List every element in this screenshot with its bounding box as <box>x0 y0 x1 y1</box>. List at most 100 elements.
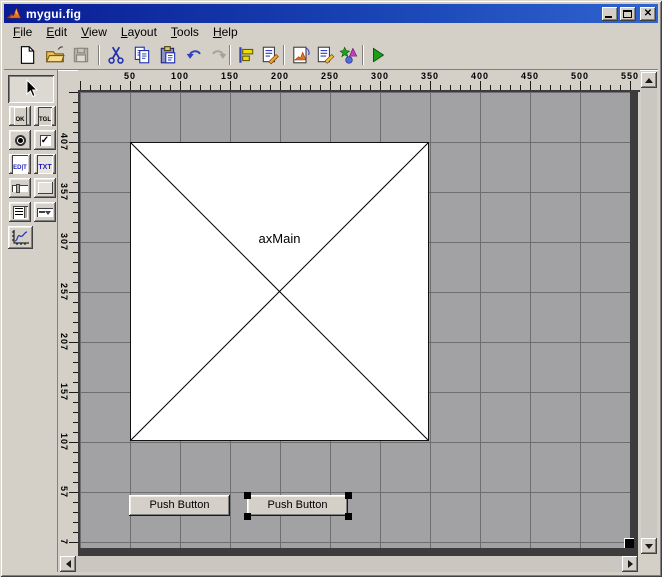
paste-button[interactable] <box>157 44 179 66</box>
ruler-label: 150 <box>220 71 240 81</box>
popup-menu-tool[interactable] <box>34 202 56 222</box>
listbox-icon <box>12 205 28 219</box>
menu-help[interactable]: Help <box>206 24 245 40</box>
figure-resize-handle[interactable] <box>624 538 634 548</box>
scrollbar-corner <box>641 556 657 572</box>
ruler-label: 250 <box>320 71 340 81</box>
ruler-label: 357 <box>59 182 69 202</box>
ruler-label: 307 <box>59 232 69 252</box>
static-text-tool[interactable]: TXT <box>34 154 56 174</box>
layout-canvas-viewport: axMain Push Button Push Button <box>78 90 640 556</box>
selection-handle-top-left[interactable] <box>244 492 251 499</box>
toolbar <box>4 41 658 70</box>
edit-text-tool[interactable]: ED|T <box>9 154 31 174</box>
new-file-button[interactable] <box>16 44 38 66</box>
axes-tool[interactable] <box>8 226 33 249</box>
mfile-editor-button[interactable] <box>290 44 312 66</box>
menu-layout[interactable]: Layout <box>114 24 164 40</box>
menu-tools[interactable]: Tools <box>164 24 206 40</box>
ruler-label: 207 <box>59 332 69 352</box>
vertical-scrollbar[interactable] <box>641 72 657 554</box>
menu-file[interactable]: File <box>6 24 39 40</box>
open-figure-button[interactable] <box>44 44 66 66</box>
minimize-icon <box>605 15 612 18</box>
scroll-left-button[interactable] <box>60 556 76 572</box>
scroll-up-button[interactable] <box>641 72 657 88</box>
align-objects-button[interactable] <box>235 44 257 66</box>
push-button-icon: OK <box>13 106 27 126</box>
window-title: mygui.fig <box>26 6 82 21</box>
ruler-label: 7 <box>59 538 69 546</box>
run-figure-button[interactable] <box>368 44 390 66</box>
scroll-down-button[interactable] <box>641 538 657 554</box>
push-button-1[interactable]: Push Button <box>129 495 230 516</box>
matlab-logo-icon <box>6 6 22 21</box>
ruler-label: 550 <box>620 71 640 81</box>
push-button-2-selected[interactable]: Push Button <box>247 495 348 516</box>
toolbar-separator <box>283 45 285 65</box>
undo-button[interactable] <box>184 44 206 66</box>
ruler-label: 350 <box>420 71 440 81</box>
axes-tag-label: axMain <box>258 231 301 246</box>
slider-tool[interactable] <box>9 178 31 198</box>
ruler-label: 450 <box>520 71 540 81</box>
ruler-vertical: 407 357 307 257 207 157 107 57 7 <box>58 90 78 556</box>
window-controls: ✕ <box>602 6 656 21</box>
static-text-icon: TXT <box>37 154 53 174</box>
toolbar-separator <box>229 45 231 65</box>
axes-object[interactable]: axMain <box>130 142 429 441</box>
frame-tool[interactable] <box>34 178 56 198</box>
ruler-label: 57 <box>59 485 69 499</box>
menu-editor-button[interactable] <box>259 44 281 66</box>
ruler-label: 257 <box>59 282 69 302</box>
ruler-horizontal: 50 100 150 200 250 300 350 400 450 500 5… <box>78 70 640 90</box>
maximize-button[interactable] <box>620 6 636 21</box>
down-arrow-icon <box>645 543 653 549</box>
horizontal-scrollbar[interactable] <box>60 556 638 572</box>
ruler-label: 50 <box>123 71 137 81</box>
selection-handle-top-right[interactable] <box>345 492 352 499</box>
slider-icon <box>12 183 28 193</box>
left-arrow-icon <box>65 560 71 568</box>
ruler-label: 300 <box>370 71 390 81</box>
ruler-label: 400 <box>470 71 490 81</box>
arrow-cursor-icon <box>26 79 39 98</box>
menu-edit[interactable]: Edit <box>39 24 74 40</box>
minimize-button[interactable] <box>602 6 618 21</box>
cut-button[interactable] <box>105 44 127 66</box>
figure-bottom-edge <box>80 548 638 556</box>
checkbox-tool[interactable]: ✓ <box>34 130 56 150</box>
copy-button[interactable] <box>131 44 153 66</box>
menu-view[interactable]: View <box>74 24 114 40</box>
menu-bar: File Edit View Layout Tools Help <box>4 23 658 41</box>
radio-button-icon <box>14 134 26 146</box>
push-button-tool[interactable]: OK <box>9 106 31 126</box>
ruler-label: 157 <box>59 382 69 402</box>
close-button[interactable]: ✕ <box>640 6 656 21</box>
scroll-right-button[interactable] <box>622 556 638 572</box>
right-arrow-icon <box>627 560 633 568</box>
select-arrow-tool[interactable] <box>8 75 54 103</box>
selection-handle-bottom-right[interactable] <box>345 513 352 520</box>
redo-button <box>207 44 229 66</box>
save-figure-button <box>70 44 92 66</box>
axes-placeholder-cross-icon <box>131 143 428 440</box>
toggle-button-tool[interactable]: TGL <box>34 106 56 126</box>
frame-icon <box>37 182 53 194</box>
listbox-tool[interactable] <box>9 202 31 222</box>
popup-menu-icon <box>37 207 53 217</box>
toggle-button-icon: TGL <box>38 106 52 126</box>
ruler-label: 100 <box>170 71 190 81</box>
ruler-label: 107 <box>59 432 69 452</box>
toolbar-separator <box>362 45 364 65</box>
ruler-label: 407 <box>59 132 69 152</box>
radio-button-tool[interactable] <box>9 130 31 150</box>
title-bar[interactable]: mygui.fig ✕ <box>4 4 658 23</box>
guide-window: mygui.fig ✕ File Edit View Layout Tools … <box>0 0 662 577</box>
property-inspector-button[interactable] <box>314 44 336 66</box>
up-arrow-icon <box>645 77 653 83</box>
maximize-icon <box>623 9 632 18</box>
object-browser-button[interactable] <box>338 44 360 66</box>
close-icon: ✕ <box>643 7 653 19</box>
selection-handle-bottom-left[interactable] <box>244 513 251 520</box>
